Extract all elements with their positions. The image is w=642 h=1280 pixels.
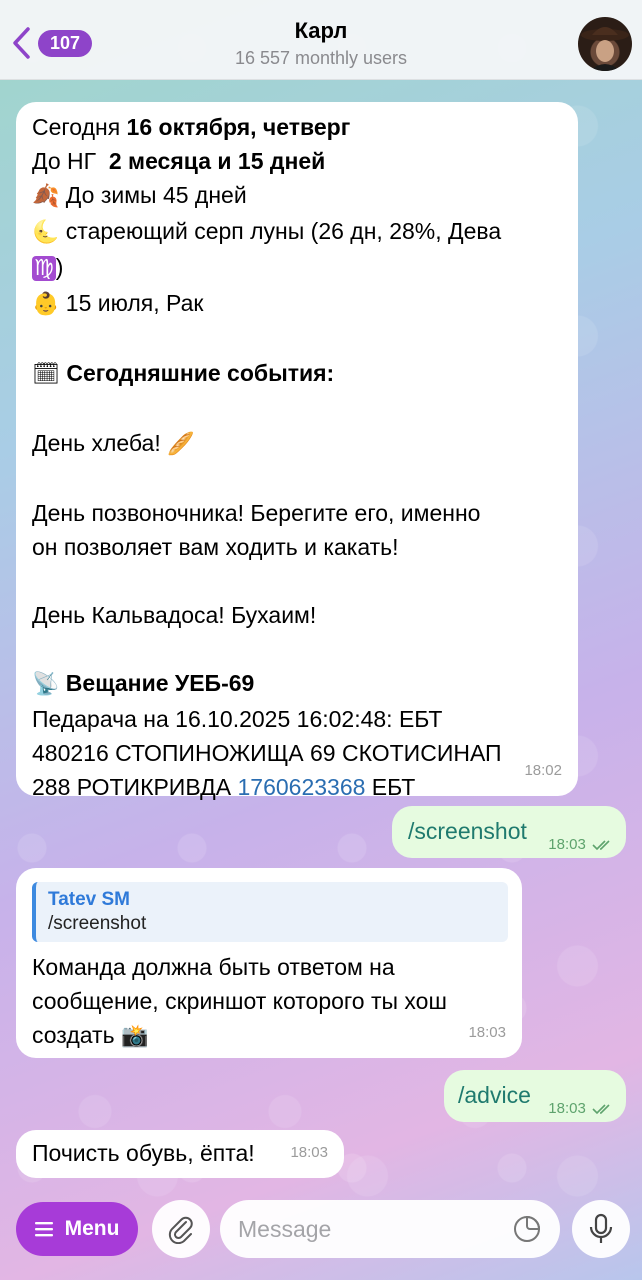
menu-label: Menu xyxy=(64,1217,120,1240)
message-bubble-daily[interactable]: Сегодня 16 октября, четверг До НГ 2 меся… xyxy=(16,102,578,800)
menu-icon xyxy=(34,1222,53,1237)
message-line: Педарача на 16.10.2025 16:02:48: ЕБТ xyxy=(32,706,443,732)
message-time: 18:03 xyxy=(548,1092,614,1126)
menu-button[interactable]: Menu xyxy=(16,1202,138,1256)
camera-flash-icon: 📸 xyxy=(120,1024,149,1049)
message-bubble-outgoing[interactable]: /screenshot 18:03 xyxy=(392,806,626,858)
quote-text: /screenshot xyxy=(48,913,147,934)
message-text: /advice xyxy=(458,1082,531,1108)
double-check-icon xyxy=(592,1104,610,1115)
microphone-icon xyxy=(589,1213,613,1243)
message-text: Почисть обувь, ёпта! xyxy=(32,1140,255,1166)
events-header: 🗓 Сегодняшние события: xyxy=(32,360,335,387)
message-line: Команда должна быть ответом на xyxy=(32,954,395,980)
message-time: 18:03 xyxy=(468,1024,506,1041)
reply-quote[interactable]: Tatev SM /screenshot xyxy=(32,882,508,942)
message-line: сообщение, скриншот которого ты хош xyxy=(32,988,447,1014)
double-check-icon xyxy=(592,840,610,851)
moon-icon: 🌜 xyxy=(32,220,60,245)
chat-header: 107 Карл 16 557 monthly users xyxy=(0,0,642,80)
virgo-icon: ♍ xyxy=(32,256,56,281)
composer-bar: Menu xyxy=(0,1192,642,1280)
message-line: 288 РОТИКРИВДА 1760623368 ЕБТ xyxy=(32,774,416,800)
quote-author: Tatev SM xyxy=(48,889,131,910)
message-line: создать 📸 xyxy=(32,1022,149,1049)
message-text: /screenshot xyxy=(408,818,527,844)
sticker-icon[interactable] xyxy=(512,1214,542,1244)
message-line: День позвоночника! Берегите его, именно xyxy=(32,500,481,526)
message-input[interactable] xyxy=(220,1200,560,1258)
message-line: День Кальвадоса! Бухаим! xyxy=(32,602,317,628)
calendar-icon: 🗓 xyxy=(32,362,60,387)
message-time: 18:02 xyxy=(524,762,562,779)
chat-subtitle: 16 557 monthly users xyxy=(234,48,408,68)
message-line: 🍂 До зимы 45 дней xyxy=(32,182,247,209)
broadcast-header: 📡 Вещание УЕБ-69 xyxy=(32,670,255,697)
satellite-icon: 📡 xyxy=(32,672,60,697)
message-line: День хлеба! 🥖 xyxy=(32,430,195,457)
message-line: Сегодня 16 октября, четверг xyxy=(32,114,351,140)
message-line: ♍) xyxy=(32,254,64,281)
bread-icon: 🥖 xyxy=(167,432,195,457)
message-bubble-reply[interactable]: Tatev SM /screenshot Команда должна быть… xyxy=(16,868,522,1058)
message-line: 🌜 стареющий серп луны (26 дн, 28%, Дева xyxy=(32,218,502,245)
baby-icon: 👶 xyxy=(32,292,60,317)
chat-title[interactable]: Карл xyxy=(0,18,642,44)
timestamp-link[interactable]: 1760623368 xyxy=(237,774,365,800)
message-time: 18:03 xyxy=(290,1144,328,1161)
message-bubble-outgoing[interactable]: /advice 18:03 xyxy=(444,1070,626,1122)
paperclip-icon xyxy=(168,1216,193,1244)
message-time: 18:03 xyxy=(548,828,614,862)
voice-button[interactable] xyxy=(572,1200,630,1258)
leaf-icon: 🍂 xyxy=(32,184,60,209)
message-line: 480216 СТОПИНОЖИЩА 69 СКОТИСИНАП xyxy=(32,740,502,766)
attach-button[interactable] xyxy=(152,1200,210,1258)
avatar[interactable] xyxy=(578,17,632,71)
message-line: он позволяет вам ходить и какать! xyxy=(32,534,399,560)
message-bubble-advice[interactable]: Почисть обувь, ёпта! 18:03 xyxy=(16,1130,344,1178)
message-line: До НГ 2 месяца и 15 дней xyxy=(32,148,326,174)
message-line: 👶 15 июля, Рак xyxy=(32,290,204,317)
